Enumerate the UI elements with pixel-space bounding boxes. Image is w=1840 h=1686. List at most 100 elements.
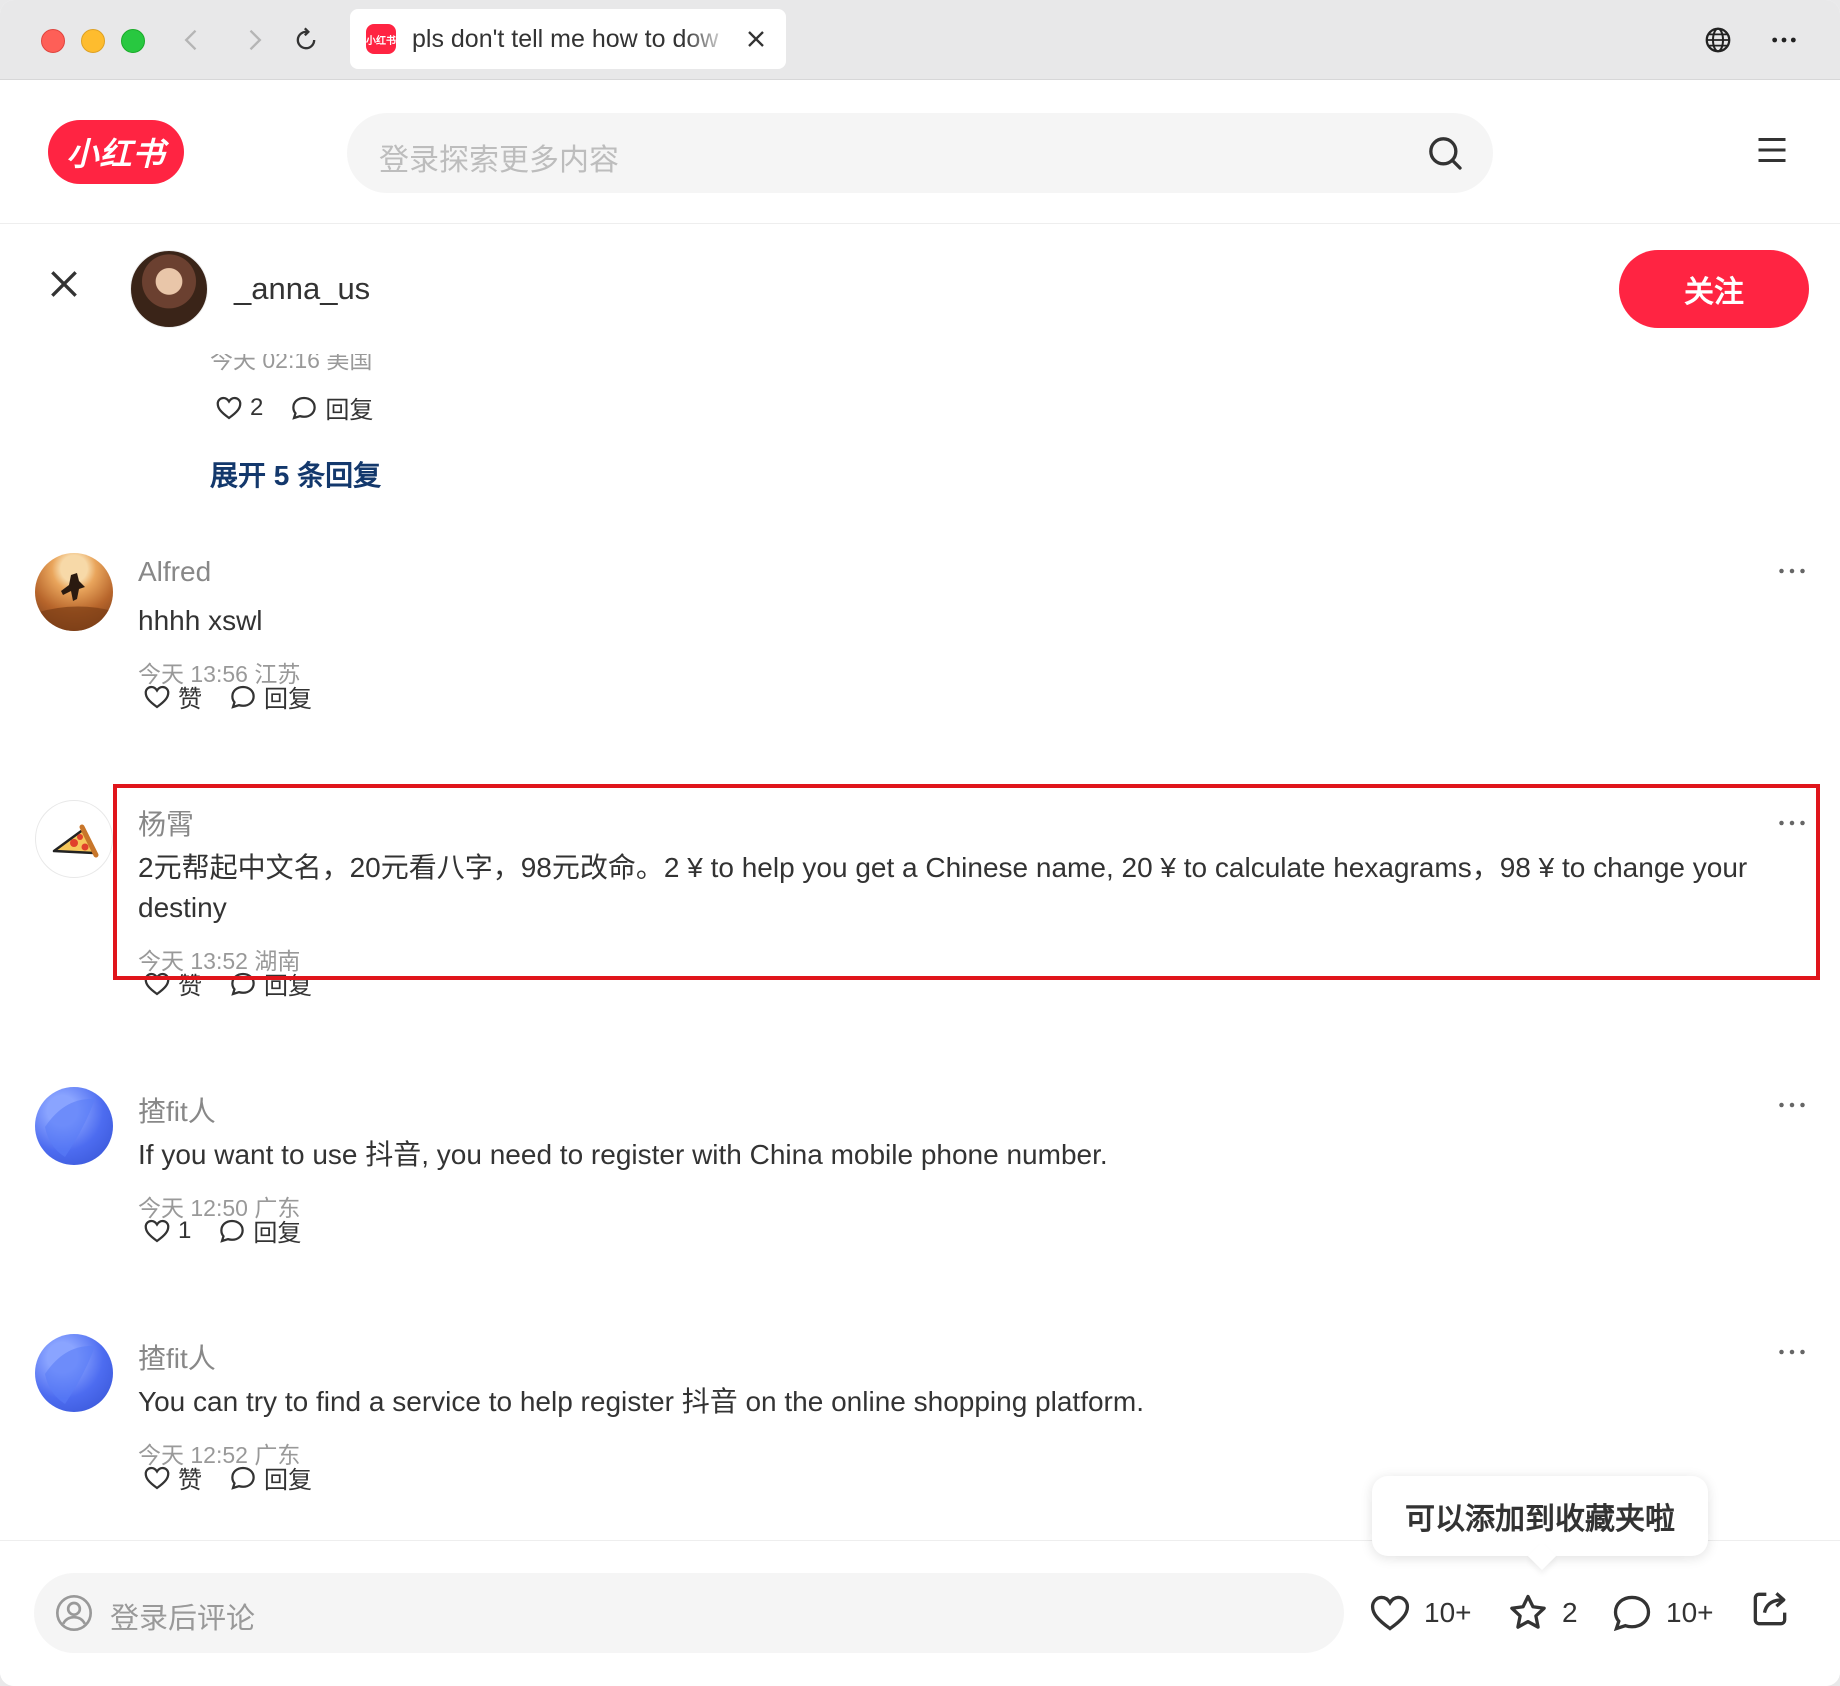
- chevron-left-icon: [184, 29, 197, 51]
- comment-bubble-icon: [231, 685, 255, 709]
- comment-placeholder: 登录后评论: [110, 1603, 256, 1635]
- back-button[interactable]: [172, 20, 212, 60]
- comment-actions: 赞 回复: [142, 1460, 338, 1495]
- minimize-window-button[interactable]: [81, 29, 105, 53]
- browser-more-button[interactable]: [1766, 22, 1802, 58]
- pizza-icon: [52, 824, 99, 858]
- collect-tooltip: 可以添加到收藏夹啦: [1372, 1476, 1708, 1556]
- commenter-avatar[interactable]: [35, 800, 113, 878]
- commenter-name[interactable]: 揸fit人: [138, 1337, 216, 1377]
- like-button[interactable]: 赞: [142, 1460, 202, 1495]
- collect-note-button[interactable]: 2: [1506, 1591, 1578, 1635]
- reply-label: 回复: [253, 1220, 302, 1247]
- follow-button[interactable]: 关注: [1619, 250, 1809, 328]
- comments-list: 今天 02:16 美国 2 回复 展开 5 条回复 Alfred hhhh xs…: [0, 354, 1840, 1540]
- comment-actions: 赞 回复: [142, 679, 338, 714]
- zoom-window-button[interactable]: [121, 29, 145, 53]
- commenter-name[interactable]: 杨霄: [138, 803, 194, 843]
- like-note-button[interactable]: 10+: [1368, 1591, 1472, 1635]
- share-icon[interactable]: [1748, 1587, 1792, 1631]
- tab-title: pls don't tell me how to dow: [412, 24, 719, 53]
- like-count: 赞: [178, 973, 202, 1000]
- more-horizontal-icon: [1772, 37, 1796, 43]
- like-count: 10+: [1424, 1597, 1472, 1628]
- more-horizontal-icon[interactable]: [1774, 1087, 1810, 1123]
- author-avatar[interactable]: [130, 250, 208, 328]
- silhouette-icon: [35, 573, 113, 631]
- comment-bubble-icon: [220, 1219, 245, 1243]
- heart-icon: [144, 972, 170, 995]
- comment-text: You can try to find a service to help re…: [138, 1386, 1144, 1417]
- comment-bubble-icon: [231, 972, 255, 996]
- like-button[interactable]: 1: [142, 1216, 191, 1246]
- reply-actions: 2 回复: [214, 390, 399, 425]
- reload-icon: [296, 27, 316, 50]
- expand-replies-link[interactable]: 展开 5 条回复: [210, 454, 381, 494]
- language-button[interactable]: [1700, 22, 1736, 58]
- user-icon: [56, 1595, 92, 1631]
- site-favicon: 小红书: [366, 24, 396, 54]
- commenter-name[interactable]: 揸fit人: [138, 1090, 216, 1130]
- author-name[interactable]: _anna_us: [234, 271, 370, 307]
- like-button[interactable]: 赞: [142, 966, 202, 1001]
- comment-count: 10+: [1666, 1597, 1714, 1628]
- engagement-bar: 登录后评论 10+ 2 10+: [0, 1540, 1840, 1686]
- heart-icon: [144, 1219, 170, 1242]
- forward-button[interactable]: [234, 20, 274, 60]
- like-count: 赞: [178, 686, 202, 713]
- browser-tab[interactable]: 小红书 pls don't tell me how to dow: [350, 9, 786, 69]
- close-icon[interactable]: [44, 264, 84, 304]
- search-icon[interactable]: [1425, 133, 1465, 173]
- comment-note-button[interactable]: 10+: [1610, 1591, 1714, 1635]
- note-author-bar: _anna_us 关注: [0, 224, 1840, 354]
- reply-label: 回复: [325, 397, 374, 424]
- comment-bubble-icon: [231, 1466, 255, 1490]
- reply-meta: 今天 02:16 美国: [210, 354, 373, 373]
- browser-toolbar: 小红书 pls don't tell me how to dow: [0, 0, 1840, 80]
- site-header: 小红书 登录探索更多内容: [0, 80, 1840, 224]
- search-input[interactable]: 登录探索更多内容: [379, 135, 619, 179]
- comment-text: If you want to use 抖音, you need to regis…: [138, 1139, 1108, 1170]
- reply-button[interactable]: 回复: [289, 390, 373, 425]
- reply-button[interactable]: 回复: [217, 1213, 301, 1248]
- collect-count: 2: [1562, 1597, 1578, 1628]
- more-horizontal-icon[interactable]: [1774, 805, 1810, 841]
- like-count: 1: [178, 1216, 192, 1244]
- commenter-avatar[interactable]: [35, 553, 113, 631]
- reload-button[interactable]: [286, 20, 326, 60]
- comment-bubble-icon: [1613, 1595, 1651, 1632]
- commenter-avatar[interactable]: [35, 1087, 113, 1165]
- close-tab-icon[interactable]: [742, 25, 770, 53]
- globe-icon: [1705, 27, 1731, 53]
- comment-actions: 1 回复: [142, 1213, 327, 1248]
- comment-text: hhhh xswl: [138, 605, 263, 636]
- heart-icon: [1370, 1595, 1410, 1631]
- chevron-right-icon: [249, 29, 262, 51]
- more-horizontal-icon[interactable]: [1774, 553, 1810, 589]
- like-button[interactable]: 2: [214, 393, 263, 423]
- reply-label: 回复: [264, 973, 312, 1000]
- comment-input[interactable]: 登录后评论: [34, 1573, 1344, 1653]
- reply-label: 回复: [264, 686, 312, 713]
- commenter-avatar[interactable]: [35, 1334, 113, 1412]
- site-logo[interactable]: 小红书: [48, 120, 184, 184]
- search-bar[interactable]: 登录探索更多内容: [347, 113, 1493, 193]
- like-count: 2: [250, 393, 264, 421]
- comment-bubble-icon: [292, 396, 317, 420]
- commenter-name[interactable]: Alfred: [138, 556, 211, 588]
- browser-window: 小红书 pls don't tell me how to dow 小红书 登录探…: [0, 0, 1840, 1686]
- more-horizontal-icon[interactable]: [1774, 1334, 1810, 1370]
- comment-text: 2元帮起中文名，20元看八字，98元改命。2 ¥ to help you get…: [138, 852, 1748, 923]
- heart-icon: [144, 685, 170, 708]
- close-window-button[interactable]: [41, 29, 65, 53]
- abstract-shape-icon: [45, 1345, 95, 1404]
- heart-icon: [216, 396, 242, 419]
- like-button[interactable]: 赞: [142, 679, 202, 714]
- reply-button[interactable]: 回复: [228, 679, 312, 714]
- comment-actions: 赞 回复: [142, 966, 338, 1001]
- reply-button[interactable]: 回复: [228, 966, 312, 1001]
- heart-icon: [144, 1466, 170, 1489]
- reply-button[interactable]: 回复: [228, 1460, 312, 1495]
- abstract-shape-icon: [45, 1098, 95, 1157]
- hamburger-menu-icon[interactable]: [1754, 132, 1790, 168]
